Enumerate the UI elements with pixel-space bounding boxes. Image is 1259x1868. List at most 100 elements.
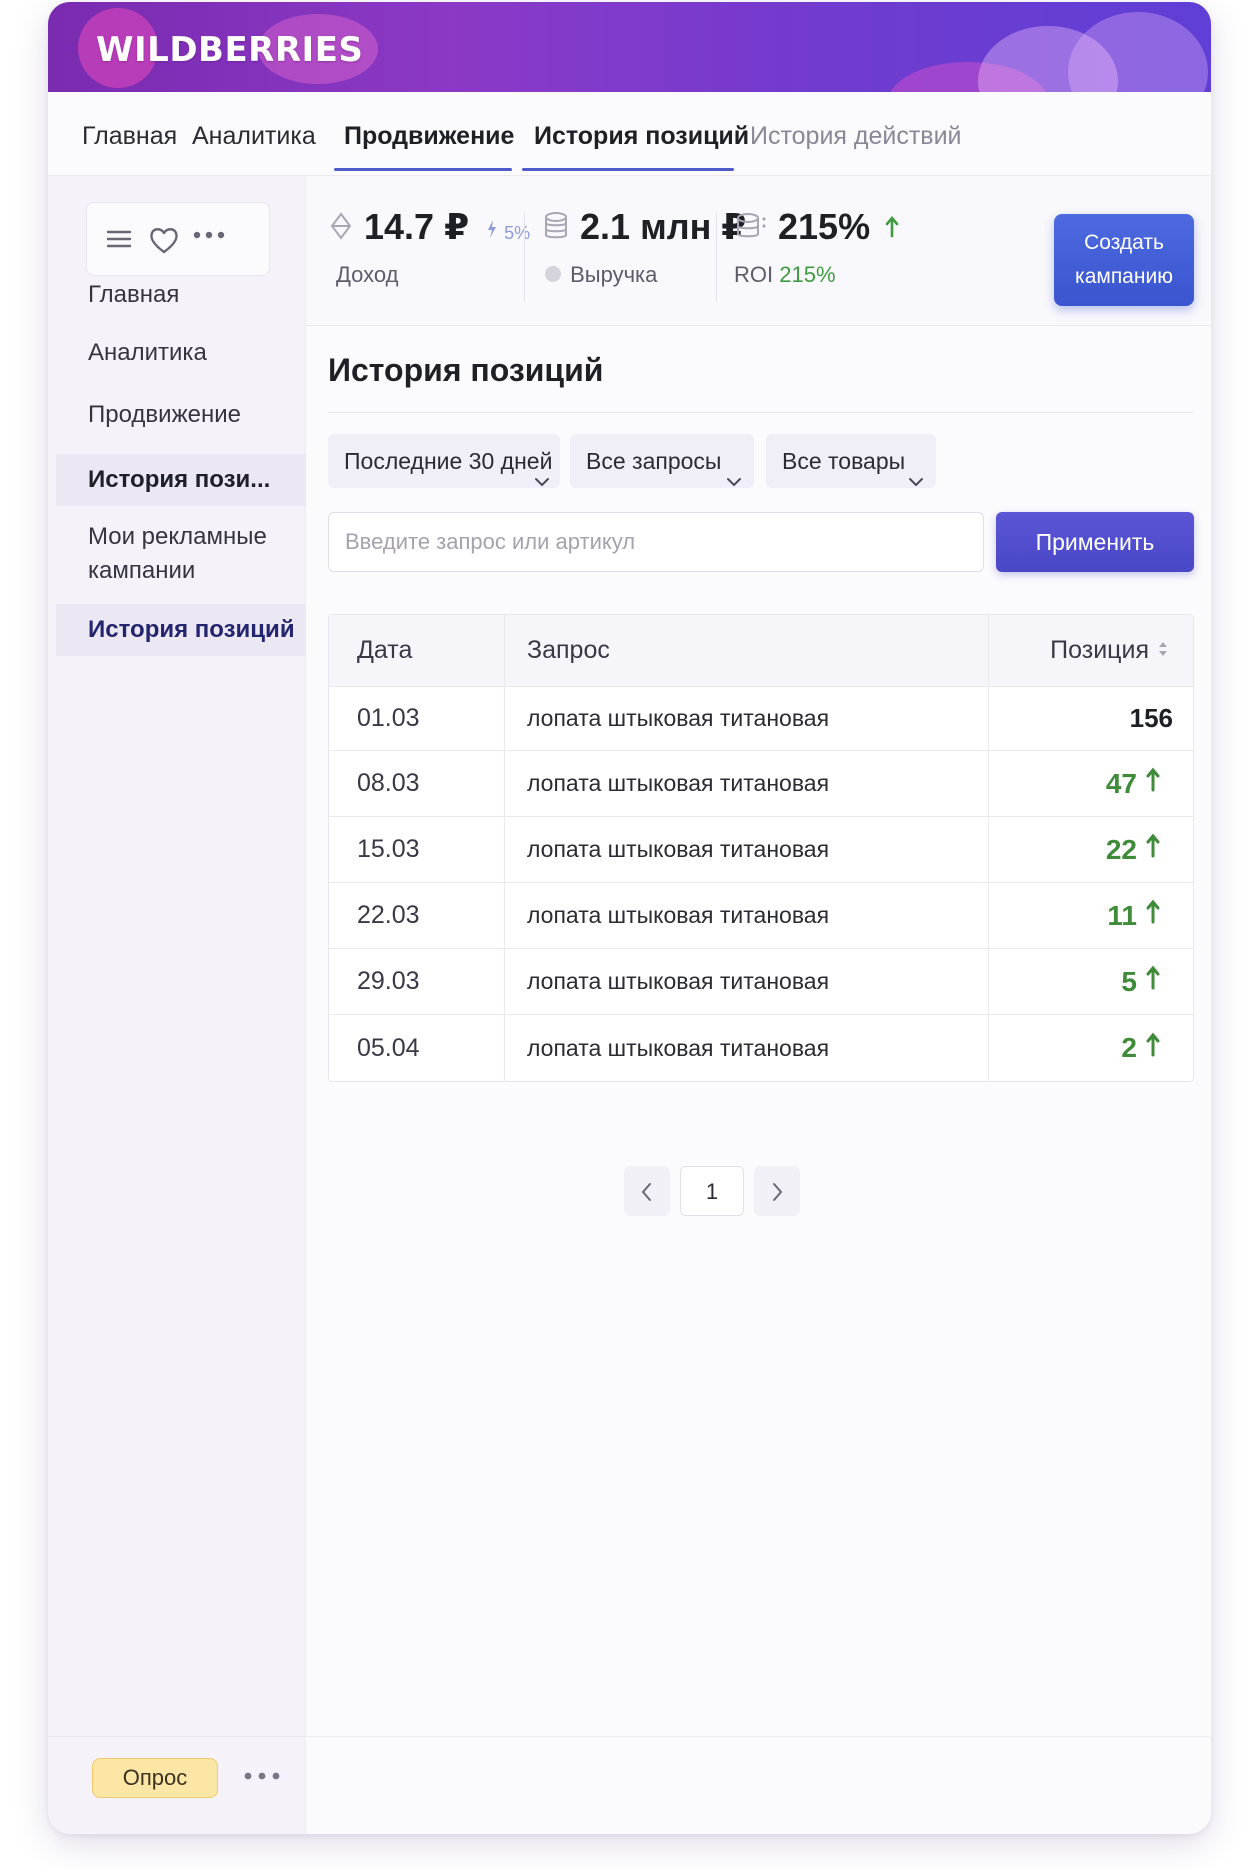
income-icon: [328, 208, 364, 249]
table-row[interactable]: 15.03 лопата штыковая титановая 22: [329, 817, 1193, 883]
sidebar: Главная Аналитика Продвижение История по…: [48, 176, 306, 1834]
table-header-row: Дата Запрос Позиция: [329, 615, 1193, 687]
arrow-up-icon: [884, 206, 900, 247]
cell-position: 47: [989, 751, 1195, 816]
chevron-down-icon: [908, 454, 924, 508]
cell-date: 05.04: [329, 1015, 505, 1081]
stack-icon: [734, 208, 778, 249]
page-number-current[interactable]: 1: [680, 1166, 744, 1216]
sidebar-toolbox: [86, 202, 270, 276]
main-footer-divider: [306, 1736, 1211, 1737]
queries-dropdown[interactable]: Все запросы: [570, 434, 754, 488]
cell-date: 08.03: [329, 751, 505, 816]
cell-query: лопата штыковая титановая: [505, 817, 989, 882]
column-header-position-label: Позиция: [1050, 636, 1149, 664]
cell-position: 22: [989, 817, 1195, 882]
cell-position: 156: [989, 687, 1195, 750]
cell-date: 29.03: [329, 949, 505, 1014]
arrow-up-icon: [1145, 1032, 1161, 1065]
trend-icon: [485, 220, 504, 243]
menu-icon[interactable]: [105, 223, 133, 260]
kpi-revenue-label: Выручка: [570, 262, 658, 288]
column-header-query[interactable]: Запрос: [505, 615, 989, 686]
sidebar-divider: [48, 1736, 306, 1737]
sidebar-item-label: Мои рекламные: [88, 523, 267, 550]
cell-query: лопата штыковая титановая: [505, 1015, 989, 1081]
cell-date: 22.03: [329, 883, 505, 948]
tab-analytics[interactable]: Аналитика: [192, 122, 316, 151]
title-divider: [328, 412, 1194, 413]
survey-button[interactable]: Опрос: [92, 1758, 218, 1798]
create-campaign-label-line2: кампанию: [1075, 265, 1173, 288]
sidebar-item-promotion[interactable]: Продвижение: [56, 396, 306, 434]
brand-logo[interactable]: WILDBERRIES: [96, 30, 363, 70]
sidebar-item-position-history[interactable]: История позиций: [56, 604, 306, 656]
sidebar-item-position-history-short[interactable]: История пози...: [56, 454, 306, 506]
cell-position-value: 47: [1105, 767, 1137, 799]
tab-position-history[interactable]: История позиций: [534, 122, 749, 151]
queries-dropdown-value: Все запросы: [586, 448, 722, 474]
tab-underline-promotion: [334, 168, 512, 171]
app-window: WILDBERRIES Главная Аналитика Продвижени…: [48, 2, 1211, 1834]
column-header-position[interactable]: Позиция: [989, 615, 1195, 686]
cell-date: 01.03: [329, 687, 505, 750]
arrow-up-icon: [1145, 833, 1161, 866]
column-header-date[interactable]: Дата: [329, 615, 505, 686]
chevron-right-icon[interactable]: [754, 1166, 800, 1216]
kpi-income: 14.7 ₽ 5% Доход: [328, 206, 530, 288]
sort-icon[interactable]: [1157, 636, 1169, 665]
table-row[interactable]: 01.03 лопата штыковая титановая 156: [329, 687, 1193, 751]
cell-position-value: 11: [1107, 899, 1137, 931]
cell-query: лопата штыковая титановая: [505, 751, 989, 816]
search-input[interactable]: [328, 512, 984, 572]
more-icon[interactable]: [191, 227, 227, 252]
tab-home[interactable]: Главная: [82, 122, 177, 151]
kpi-divider: [716, 212, 717, 302]
kpi-revenue-value: 2.1 млн ₽: [580, 206, 747, 247]
tab-promotion[interactable]: Продвижение: [344, 122, 514, 151]
table-row[interactable]: 08.03 лопата штыковая титановая 47: [329, 751, 1193, 817]
products-dropdown[interactable]: Все товары: [766, 434, 936, 488]
cell-position: 2: [989, 1015, 1195, 1081]
kpi-roi-label-value: 215%: [779, 262, 836, 288]
table-row[interactable]: 29.03 лопата штыковая титановая 5: [329, 949, 1193, 1015]
kpi-divider: [524, 212, 525, 302]
table-row[interactable]: 05.04 лопата штыковая титановая 2: [329, 1015, 1193, 1081]
period-dropdown[interactable]: Последние 30 дней: [328, 434, 560, 488]
main-content: 14.7 ₽ 5% Доход 2.1 млн ₽ Выручка 215% R…: [306, 176, 1211, 1834]
table-body: 01.03 лопата штыковая титановая 156 08.03 ло…: [329, 687, 1193, 1081]
heart-icon[interactable]: [147, 223, 181, 262]
create-campaign-button[interactable]: Создать кампанию: [1054, 214, 1194, 306]
tab-underline-position-history: [522, 168, 734, 171]
chevron-down-icon: [534, 454, 550, 508]
cell-query: лопата штыковая титановая: [505, 949, 989, 1014]
page-title: История позиций: [328, 352, 604, 388]
brand-header: WILDBERRIES: [48, 2, 1211, 92]
kpi-income-change-value: 5%: [504, 223, 531, 243]
top-navigation: Главная Аналитика Продвижение История по…: [48, 92, 1211, 176]
chevron-left-icon[interactable]: [624, 1166, 670, 1216]
products-dropdown-value: Все товары: [782, 448, 906, 474]
kpi-income-value: 14.7 ₽: [364, 206, 470, 247]
info-icon: [542, 265, 570, 290]
cell-position-value: 156: [1129, 703, 1173, 733]
cell-position: 5: [989, 949, 1195, 1014]
table-row[interactable]: 22.03 лопата штыковая титановая 11: [329, 883, 1193, 949]
apply-button[interactable]: Применить: [996, 512, 1194, 572]
sidebar-item-analytics[interactable]: Аналитика: [56, 334, 306, 372]
sidebar-item-home[interactable]: Главная: [56, 276, 306, 314]
chevron-down-icon: [726, 454, 742, 508]
coins-icon: [542, 208, 580, 249]
arrow-up-icon: [1145, 767, 1161, 800]
more-icon[interactable]: [242, 1760, 282, 1794]
cell-position-value: 5: [1121, 965, 1137, 997]
kpi-roi: 215% ROI 215%: [734, 206, 900, 288]
period-dropdown-value: Последние 30 дней: [344, 448, 553, 474]
cell-position-value: 22: [1105, 833, 1137, 865]
kpi-income-value-row: 14.7 ₽ 5%: [328, 206, 530, 250]
tab-action-history[interactable]: История действий: [750, 122, 962, 151]
cell-position-value: 2: [1121, 1032, 1137, 1063]
sidebar-item-label: кампании: [88, 557, 196, 584]
sidebar-item-my-campaigns[interactable]: Мои рекламные кампании: [56, 520, 306, 592]
kpi-income-label: Доход: [336, 262, 399, 288]
